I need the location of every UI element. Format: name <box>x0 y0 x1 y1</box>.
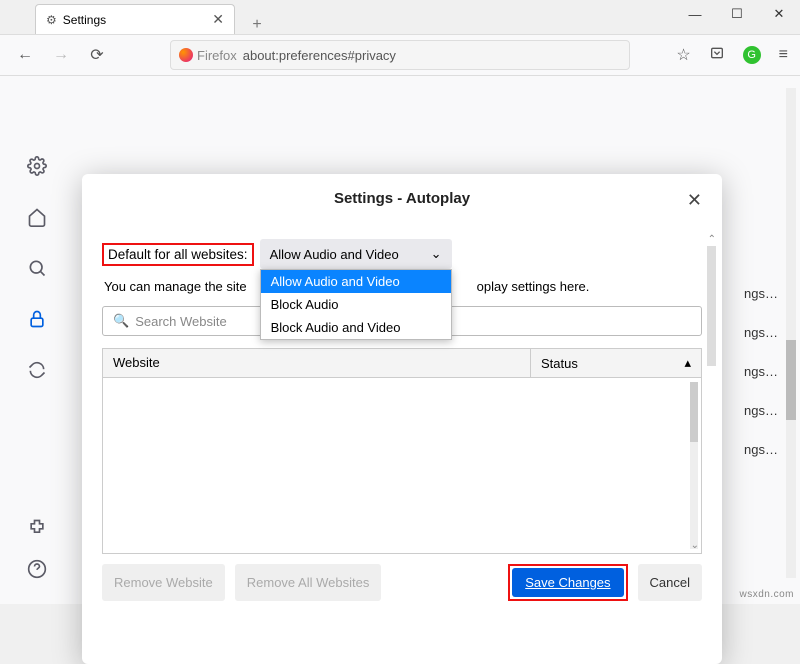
search-nav-icon[interactable] <box>27 258 47 283</box>
url-bar[interactable]: Firefox about:preferences#privacy <box>170 40 630 70</box>
search-icon: 🔍 <box>113 313 129 329</box>
search-placeholder: Search Website <box>135 314 227 329</box>
page-scroll-thumb[interactable] <box>786 340 796 420</box>
browser-tab[interactable]: ⚙ Settings ✕ <box>35 4 235 34</box>
page-scrollbar[interactable] <box>786 88 796 578</box>
new-tab-button[interactable]: + <box>245 16 269 34</box>
save-highlight: Save Changes <box>508 564 627 601</box>
sync-icon[interactable] <box>27 360 47 385</box>
menu-icon[interactable]: ≡ <box>779 46 788 64</box>
dropdown-option-allow-av[interactable]: Allow Audio and Video <box>261 270 451 293</box>
close-window-button[interactable]: ✕ <box>758 0 800 28</box>
url-text: about:preferences#privacy <box>243 48 396 63</box>
general-gear-icon[interactable] <box>27 156 47 181</box>
cancel-button[interactable]: Cancel <box>638 564 702 601</box>
background-settings-rows: ngs… ngs… ngs… ngs… ngs… <box>744 286 778 457</box>
table-scroll-thumb[interactable] <box>690 382 698 442</box>
column-status[interactable]: Status ▴ <box>531 349 701 377</box>
chevron-down-icon: ⌄ <box>431 246 442 262</box>
home-icon[interactable] <box>27 207 47 232</box>
extension-icon[interactable]: G <box>743 46 761 64</box>
table-body: ⌄ <box>103 378 701 553</box>
maximize-button[interactable]: ☐ <box>716 0 758 28</box>
window-controls: — ☐ ✕ <box>674 0 800 28</box>
dialog-scrollbar[interactable]: ⌃ <box>707 234 716 644</box>
dialog-title: Settings - Autoplay <box>334 190 470 207</box>
minimize-button[interactable]: — <box>674 0 716 28</box>
gear-icon: ⚙ <box>46 13 57 27</box>
dropdown-option-block-av[interactable]: Block Audio and Video <box>261 316 451 339</box>
privacy-lock-icon[interactable] <box>27 309 47 334</box>
extensions-icon[interactable] <box>27 518 47 543</box>
reload-button[interactable]: ⟳ <box>84 42 110 68</box>
page-content: ngs… ngs… ngs… ngs… ngs… Settings - Auto… <box>0 76 800 604</box>
dropdown-selected: Allow Audio and Video <box>270 247 399 262</box>
dropdown-option-block-audio[interactable]: Block Audio <box>261 293 451 316</box>
firefox-brand: Firefox <box>179 48 237 63</box>
firefox-icon <box>179 48 193 62</box>
forward-button[interactable]: → <box>48 42 74 68</box>
help-icon[interactable] <box>27 559 47 584</box>
bookmark-star-icon[interactable]: ☆ <box>676 45 690 65</box>
autoplay-settings-dialog: Settings - Autoplay ✕ ⌃ Default for all … <box>82 174 722 664</box>
settings-sidebar <box>0 76 74 604</box>
tab-title: Settings <box>63 13 106 27</box>
sort-arrow-icon: ▴ <box>684 355 691 371</box>
website-table: Website Status ▴ ⌄ <box>102 348 702 554</box>
pocket-icon[interactable] <box>709 45 725 66</box>
default-websites-label: Default for all websites: <box>102 243 254 266</box>
toolbar: ← → ⟳ Firefox about:preferences#privacy … <box>0 34 800 76</box>
remove-all-websites-button: Remove All Websites <box>235 564 382 601</box>
default-autoplay-dropdown[interactable]: Allow Audio and Video ⌄ Allow Audio and … <box>260 239 452 269</box>
back-button[interactable]: ← <box>12 42 38 68</box>
dropdown-menu: Allow Audio and Video Block Audio Block … <box>260 269 452 340</box>
dialog-close-button[interactable]: ✕ <box>687 190 702 211</box>
watermark: wsxdn.com <box>739 589 794 600</box>
column-website[interactable]: Website <box>103 349 531 377</box>
remove-website-button: Remove Website <box>102 564 225 601</box>
close-tab-icon[interactable]: ✕ <box>212 11 224 28</box>
scroll-down-icon[interactable]: ⌄ <box>691 540 699 551</box>
save-changes-button[interactable]: Save Changes <box>512 568 623 597</box>
